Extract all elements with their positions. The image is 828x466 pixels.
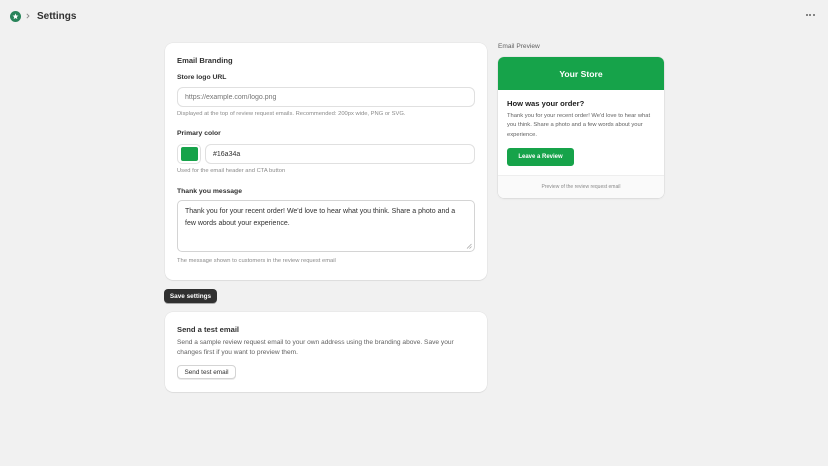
thank-you-text: Thank you for your recent order! We'd lo… [185, 208, 456, 227]
preview-header: Your Store [498, 57, 664, 90]
preview-cta-button: Leave a Review [507, 148, 574, 166]
logo-url-label: Store logo URL [177, 74, 227, 81]
ellipsis-icon[interactable] [804, 10, 816, 20]
primary-color-label: Primary color [177, 130, 221, 137]
email-preview-card: Your Store How was your order? Thank you… [498, 57, 664, 198]
primary-color-input[interactable]: #16a34a [205, 144, 475, 164]
color-swatch [180, 147, 198, 161]
preview-title: Email Preview [498, 43, 540, 50]
star-icon[interactable] [10, 10, 21, 22]
logo-url-input[interactable] [177, 87, 475, 107]
thank-you-label: Thank you message [177, 188, 242, 195]
color-swatch-button[interactable] [177, 144, 201, 164]
send-test-email-button[interactable]: Send test email [177, 365, 236, 379]
save-settings-button[interactable]: Save settings [164, 289, 217, 303]
branding-heading: Email Branding [177, 56, 233, 65]
primary-color-help: Used for the email header and CTA button [177, 168, 286, 174]
test-email-description: Send a sample review request email to yo… [177, 339, 454, 356]
logo-url-help: Displayed at the top of review request e… [177, 111, 406, 117]
chevron-right-icon [26, 12, 32, 20]
preview-footer: Preview of the review request email [498, 176, 664, 198]
top-bar: Settings [0, 0, 828, 32]
page-title: Settings [37, 10, 77, 22]
preview-heading: How was your order? [507, 99, 585, 108]
thank-you-textarea[interactable]: Thank you for your recent order! We'd lo… [177, 200, 475, 252]
test-email-card: Send a test email Send a sample review r… [165, 312, 487, 392]
email-branding-card: Email Branding Store logo URL Displayed … [165, 43, 487, 280]
test-email-heading: Send a test email [177, 325, 240, 334]
resize-grip-icon[interactable] [466, 243, 472, 249]
preview-body: Thank you for your recent order! We'd lo… [507, 113, 651, 138]
thank-you-help: The message shown to customers in the re… [177, 258, 336, 264]
